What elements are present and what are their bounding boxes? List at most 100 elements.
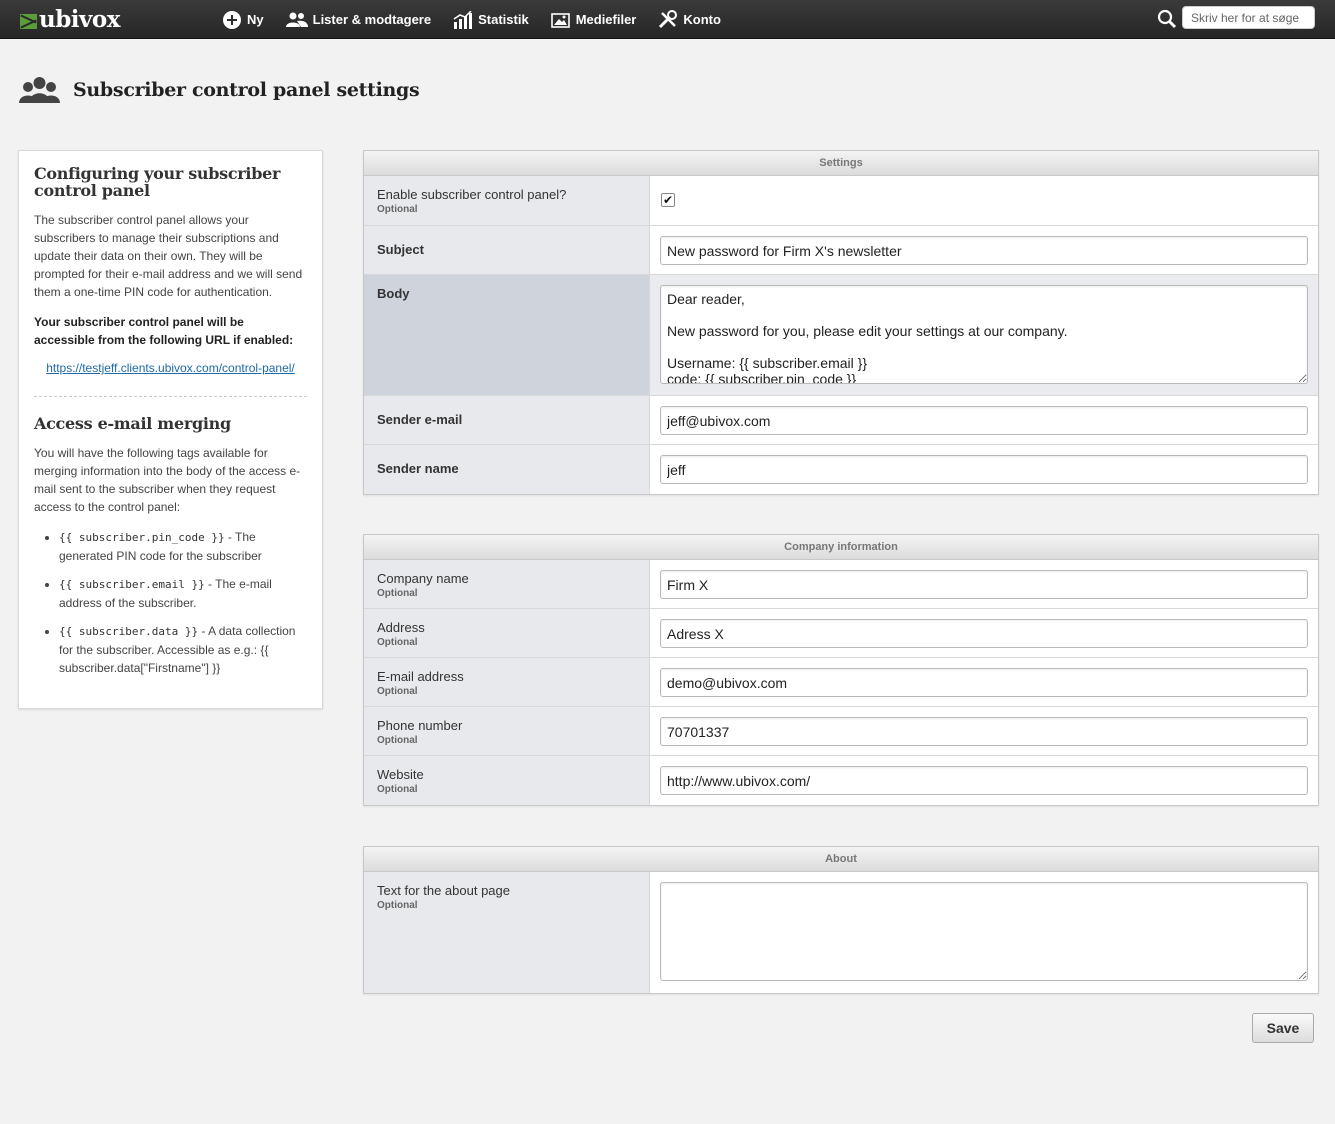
about-panel-heading: About xyxy=(364,847,1318,872)
company-email-input[interactable] xyxy=(660,668,1308,697)
nav-item-label: Mediefiler xyxy=(575,12,637,27)
address-label-cell: Address Optional xyxy=(364,609,650,657)
company-panel-heading: Company information xyxy=(364,535,1318,560)
enable-label-cell: Enable subscriber control panel? Optiona… xyxy=(364,176,650,225)
phone-input[interactable] xyxy=(660,717,1308,746)
merge-tags-list: {{ subscriber.pin_code }} - The generate… xyxy=(59,528,307,677)
save-button[interactable]: Save xyxy=(1252,1013,1314,1043)
phone-label-cell: Phone number Optional xyxy=(364,707,650,755)
phone-row: Phone number Optional xyxy=(364,707,1318,756)
ubivox-logo[interactable]: ubivox xyxy=(20,5,120,33)
image-icon xyxy=(550,12,570,28)
about-text-label: Text for the about page xyxy=(377,883,510,898)
about-textarea[interactable] xyxy=(660,882,1308,981)
nav-item-lister[interactable]: Lister & modtagere xyxy=(285,12,432,28)
list-item: {{ subscriber.email }} - The e-mail addr… xyxy=(59,575,307,612)
nav-item-konto[interactable]: Konto xyxy=(658,9,721,30)
list-item: {{ subscriber.data }} - A data collectio… xyxy=(59,622,307,677)
company-name-row: Company name Optional xyxy=(364,560,1318,609)
company-name-field-cell xyxy=(650,560,1318,608)
nav-item-label: Konto xyxy=(683,12,721,27)
enable-row: Enable subscriber control panel? Optiona… xyxy=(364,176,1318,226)
phone-field-cell xyxy=(650,707,1318,755)
sender-email-row: Sender e-mail xyxy=(364,396,1318,445)
page-header: Subscriber control panel settings xyxy=(18,76,420,104)
company-name-label: Company name xyxy=(377,571,469,586)
sidebar-divider xyxy=(34,396,307,397)
tools-icon xyxy=(659,9,678,28)
sidebar-merge-intro: You will have the following tags availab… xyxy=(34,446,301,514)
nav-item-label: Ny xyxy=(247,12,264,27)
address-field-cell xyxy=(650,609,1318,657)
about-field-cell xyxy=(650,872,1318,993)
sender-name-input[interactable] xyxy=(660,455,1308,484)
subject-field-cell xyxy=(650,226,1318,274)
url-note-text: Your subscriber control panel will be ac… xyxy=(34,315,294,347)
brand-name: ubivox xyxy=(39,5,120,33)
optional-tag: Optional xyxy=(377,900,418,911)
sender-email-field-cell xyxy=(650,396,1318,444)
list-item: {{ subscriber.pin_code }} - The generate… xyxy=(59,528,307,565)
sender-email-input[interactable] xyxy=(660,406,1308,435)
body-label-cell: Body xyxy=(364,275,650,395)
enable-checkbox[interactable]: ✔ xyxy=(661,193,675,207)
search-input[interactable] xyxy=(1182,6,1315,29)
merge-tag-code: {{ subscriber.pin_code }} xyxy=(59,531,225,544)
nav-item-mediefiler[interactable]: Mediefiler xyxy=(550,11,637,29)
optional-tag: Optional xyxy=(377,735,418,746)
search-icon[interactable] xyxy=(1157,9,1177,29)
company-email-label: E-mail address xyxy=(377,669,464,684)
nav-item-statistik[interactable]: Statistik xyxy=(453,10,529,29)
company-name-input[interactable] xyxy=(660,570,1308,599)
sidebar-intro: The subscriber control panel allows your… xyxy=(34,213,303,299)
subject-row: Subject xyxy=(364,226,1318,275)
nav-item-ny[interactable]: Ny xyxy=(222,10,264,30)
enable-field-cell: ✔ xyxy=(650,176,1318,225)
about-label-cell: Text for the about page Optional xyxy=(364,872,650,993)
body-field-cell: Dear reader, New password for you, pleas… xyxy=(650,275,1318,395)
website-label: Website xyxy=(377,767,424,782)
body-row: Body Dear reader, New password for you, … xyxy=(364,275,1318,396)
company-email-row: E-mail address Optional xyxy=(364,658,1318,707)
website-label-cell: Website Optional xyxy=(364,756,650,805)
help-sidebar: Configuring your subscriber control pane… xyxy=(18,150,323,709)
body-textarea[interactable]: Dear reader, New password for you, pleas… xyxy=(660,285,1308,384)
settings-panel-heading: Settings xyxy=(364,151,1318,176)
envelope-logo-icon xyxy=(20,13,37,29)
website-field-cell xyxy=(650,756,1318,805)
about-panel: About Text for the about page Optional xyxy=(363,846,1319,994)
group-icon xyxy=(19,77,60,103)
control-panel-url-link[interactable]: https://testjeff.clients.ubivox.com/cont… xyxy=(34,361,307,375)
company-email-field-cell xyxy=(650,658,1318,706)
settings-panel: Settings Enable subscriber control panel… xyxy=(363,150,1319,495)
subject-label-cell: Subject xyxy=(364,226,650,274)
page-title: Subscriber control panel settings xyxy=(73,79,420,101)
merge-tag-code: {{ subscriber.email }} xyxy=(59,578,205,591)
sender-name-label-cell: Sender name xyxy=(364,445,650,494)
main-nav: Ny Lister & modtagere Statistik Mediefil… xyxy=(222,0,743,39)
phone-label: Phone number xyxy=(377,718,463,733)
about-text-row: Text for the about page Optional xyxy=(364,872,1318,993)
address-input[interactable] xyxy=(660,619,1308,648)
website-row: Website Optional xyxy=(364,756,1318,805)
sender-name-field-cell xyxy=(650,445,1318,494)
sidebar-url-note: Your subscriber control panel will be ac… xyxy=(34,313,307,349)
website-input[interactable] xyxy=(660,766,1308,795)
body-label: Body xyxy=(377,286,410,301)
enable-label: Enable subscriber control panel? xyxy=(377,187,567,202)
optional-tag: Optional xyxy=(377,204,418,215)
users-icon xyxy=(285,12,308,27)
optional-tag: Optional xyxy=(377,784,418,795)
subject-input[interactable] xyxy=(660,236,1308,265)
optional-tag: Optional xyxy=(377,637,418,648)
optional-tag: Optional xyxy=(377,686,418,697)
company-panel: Company information Company name Optiona… xyxy=(363,534,1319,806)
sender-name-label: Sender name xyxy=(377,461,459,476)
optional-tag: Optional xyxy=(377,588,418,599)
nav-item-label: Lister & modtagere xyxy=(312,12,432,27)
plus-circle-icon xyxy=(223,10,241,29)
sender-email-label-cell: Sender e-mail xyxy=(364,396,650,444)
company-email-label-cell: E-mail address Optional xyxy=(364,658,650,706)
nav-item-label: Statistik xyxy=(478,12,529,27)
sidebar-heading-configuring: Configuring your subscriber control pane… xyxy=(34,164,281,200)
